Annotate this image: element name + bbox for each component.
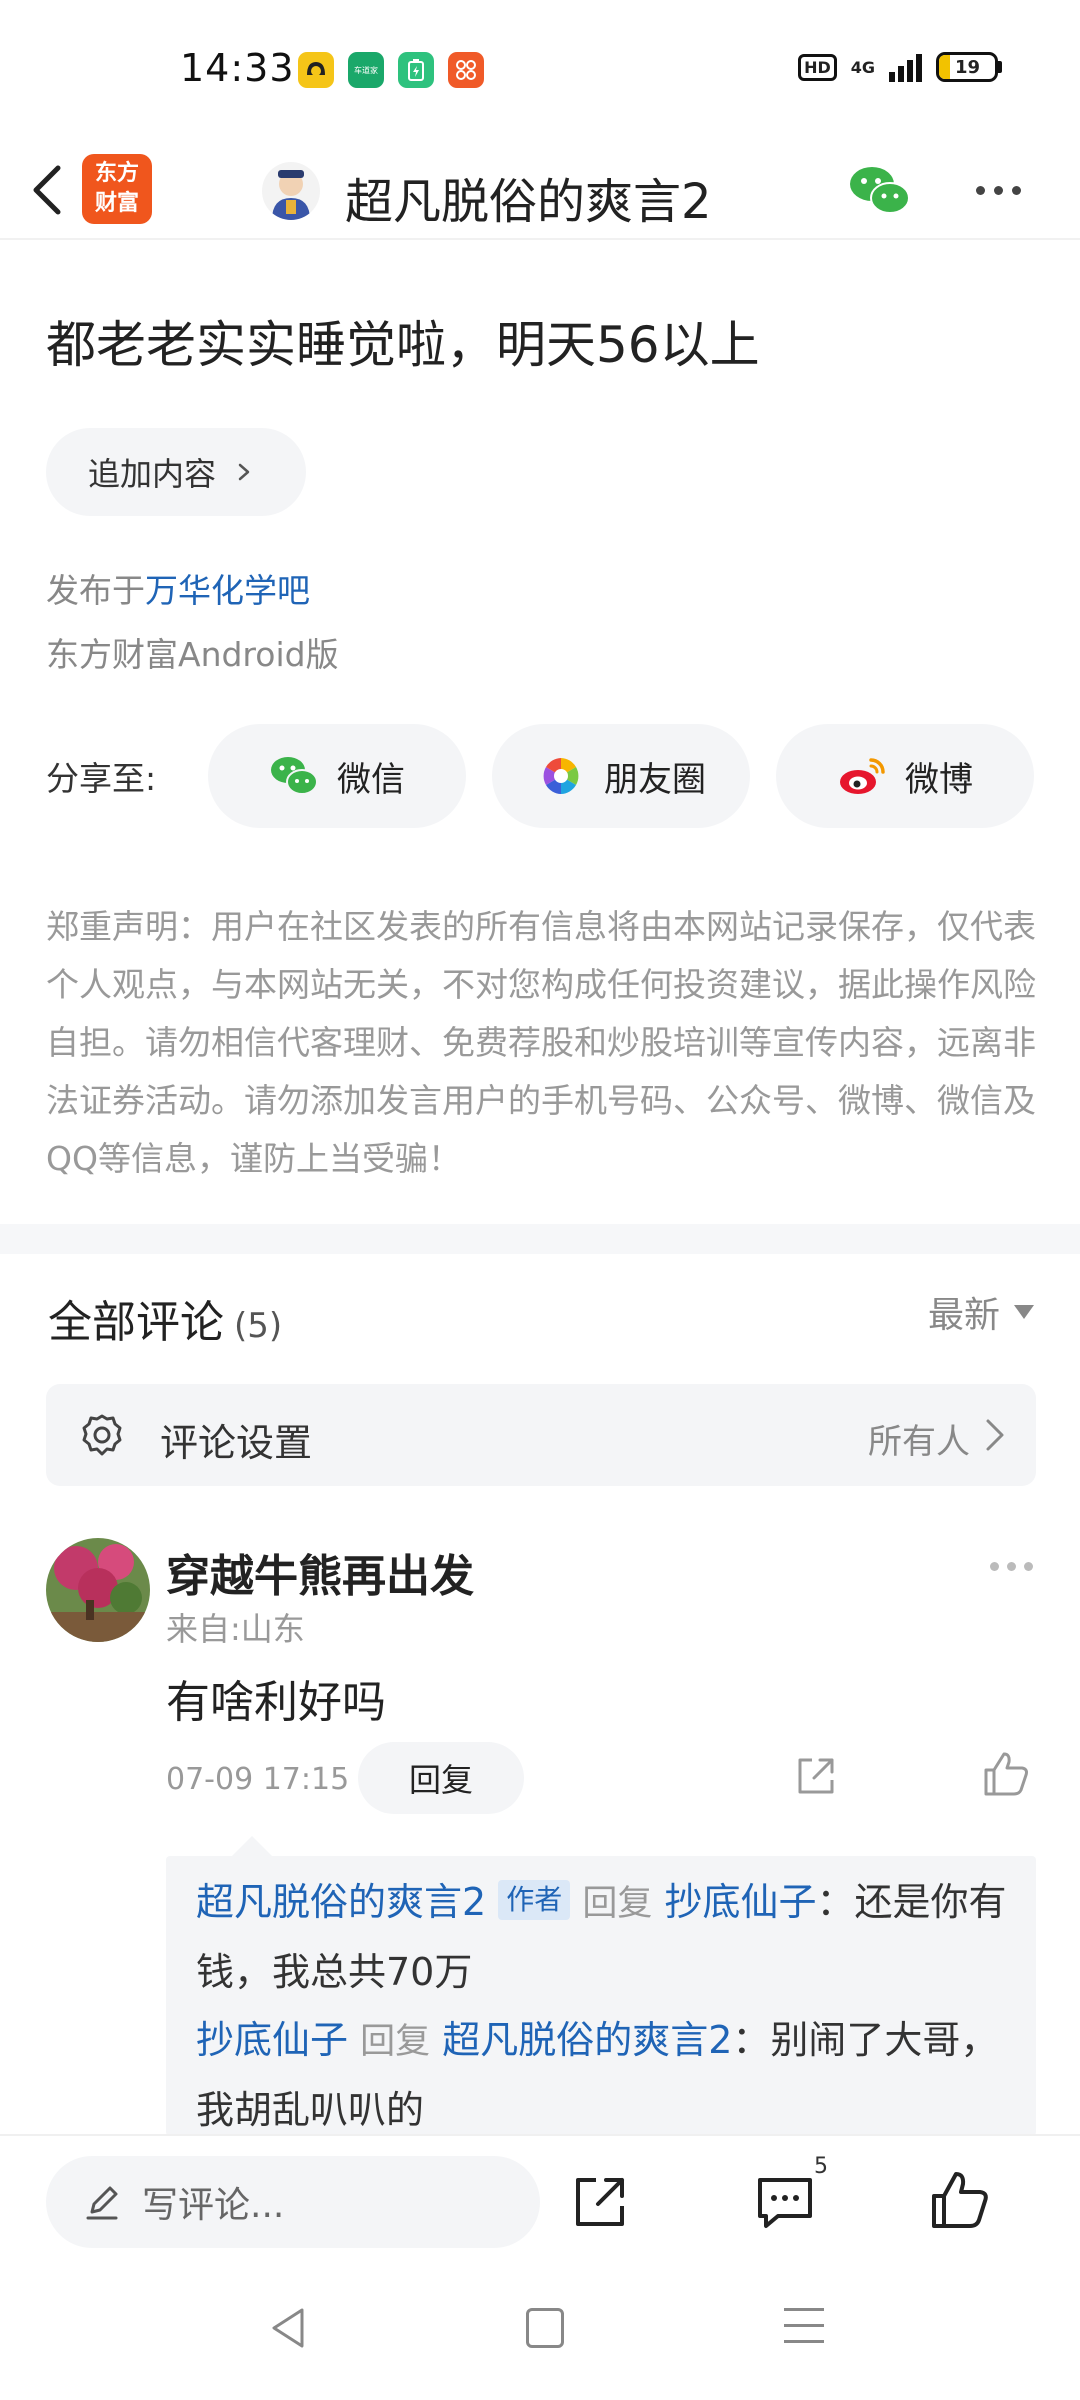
share-moments-button[interactable]: 朋友圈 bbox=[492, 724, 750, 828]
chedaojia-app-icon: 车道家 bbox=[348, 52, 384, 88]
robot-app-icon bbox=[298, 52, 334, 88]
signal-icon bbox=[889, 52, 922, 82]
commenter-location: 来自:山东 bbox=[166, 1610, 305, 1648]
more-options-icon[interactable] bbox=[976, 186, 1021, 195]
author-tag: 作者 bbox=[498, 1880, 571, 1920]
top-nav-bar: 东方 财富 超凡脱俗的爽言2 bbox=[0, 140, 1080, 240]
chedaojia-app-label: 车道家 bbox=[354, 65, 378, 75]
published-prefix: 发布于 bbox=[46, 571, 145, 610]
network-type: 4G bbox=[850, 57, 875, 77]
comments-title-text: 全部评论 bbox=[48, 1297, 224, 1348]
sort-dropdown[interactable]: 最新 bbox=[928, 1286, 1034, 1338]
share-weibo-button[interactable]: 微博 bbox=[776, 724, 1034, 828]
append-label: 追加内容 bbox=[88, 455, 217, 493]
replies-box: 超凡脱俗的爽言2 作者 回复 抄底仙子：还是你有钱，我总共70万 抄底仙子 回复… bbox=[166, 1856, 1036, 2136]
comment-like-icon[interactable] bbox=[980, 1748, 1032, 1800]
nav-menu-icon[interactable] bbox=[784, 2308, 824, 2356]
wechat-icon bbox=[271, 757, 318, 795]
commenter-name[interactable]: 穿越牛熊再出发 bbox=[166, 1540, 474, 1604]
reply-to-user[interactable]: 抄底仙子 bbox=[665, 1880, 817, 1924]
gear-icon bbox=[82, 1414, 122, 1456]
comment-more-icon[interactable] bbox=[990, 1562, 1033, 1571]
post-title: 都老老实实睡觉啦，明天56以上 bbox=[46, 316, 760, 374]
grid-app-icon bbox=[448, 52, 484, 88]
status-time: 14:33 bbox=[180, 46, 295, 90]
settings-label: 评论设置 bbox=[160, 1421, 313, 1465]
moments-icon bbox=[543, 758, 579, 794]
bottom-action-bar: 写评论... 5 bbox=[0, 2134, 1080, 2264]
chevron-right-icon bbox=[986, 1419, 1004, 1451]
section-divider bbox=[0, 1224, 1080, 1254]
battery-level: 19 bbox=[955, 56, 981, 78]
nav-back-icon[interactable] bbox=[268, 2306, 308, 2350]
hd-badge: HD bbox=[798, 53, 837, 81]
comments-count: (5) bbox=[234, 1306, 283, 1346]
wechat-share-icon[interactable] bbox=[848, 164, 912, 218]
reply-item[interactable]: 抄底仙子 回复 超凡脱俗的爽言2：别闹了大哥，我胡乱叭叭的 bbox=[196, 2006, 1016, 2136]
system-nav-bar bbox=[0, 2264, 1080, 2400]
like-icon[interactable] bbox=[928, 2168, 992, 2232]
share-weibo-label: 微博 bbox=[905, 759, 973, 800]
author-avatar[interactable] bbox=[262, 162, 320, 220]
page-title: 超凡脱俗的爽言2 bbox=[345, 174, 712, 230]
status-right: HD 4G 19 bbox=[798, 52, 1002, 82]
reply-to-user[interactable]: 超凡脱俗的爽言2 bbox=[442, 2018, 732, 2062]
commenter-avatar[interactable] bbox=[46, 1538, 150, 1642]
reply-verb: 回复 bbox=[582, 1884, 653, 1924]
sort-label: 最新 bbox=[927, 1295, 1000, 1336]
platform-text: 东方财富Android版 bbox=[46, 635, 339, 674]
weibo-icon bbox=[840, 758, 885, 794]
battery-icon: 19 bbox=[936, 52, 1002, 82]
disclaimer-text: 郑重声明：用户在社区发表的所有信息将由本网站记录保存，仅代表个人观点，与本网站无… bbox=[46, 907, 1036, 1178]
comments-title: 全部评论 (5) bbox=[48, 1286, 282, 1350]
write-comment-input[interactable]: 写评论... bbox=[46, 2156, 540, 2248]
comment-time: 07-09 17:15 bbox=[166, 1762, 350, 1797]
reply-button[interactable]: 回复 bbox=[358, 1742, 524, 1814]
caret-down-icon bbox=[1014, 1305, 1034, 1319]
reply-verb: 回复 bbox=[360, 2022, 431, 2062]
reply-from-user[interactable]: 抄底仙子 bbox=[196, 2018, 348, 2062]
append-content-button[interactable]: 追加内容 bbox=[46, 428, 306, 516]
comment-count-badge: 5 bbox=[814, 2154, 828, 2179]
logo-text-1: 东方 bbox=[94, 161, 139, 186]
comment-icon[interactable] bbox=[754, 2172, 816, 2234]
share-icon[interactable] bbox=[570, 2172, 630, 2232]
reply-item[interactable]: 超凡脱俗的爽言2 作者 回复 抄底仙子：还是你有钱，我总共70万 bbox=[196, 1868, 1016, 2006]
chevron-right-icon bbox=[238, 463, 250, 481]
write-comment-placeholder: 写评论... bbox=[142, 2185, 285, 2226]
share-label: 分享至: bbox=[46, 759, 157, 798]
status-bar: 14:33 车道家 HD 4G 19 bbox=[0, 0, 1080, 140]
settings-value: 所有人 bbox=[868, 1422, 970, 1462]
logo-text-2: 财富 bbox=[94, 191, 139, 216]
share-moments-label: 朋友圈 bbox=[604, 759, 706, 800]
forum-link[interactable]: 万华化学吧 bbox=[145, 571, 310, 610]
share-wechat-button[interactable]: 微信 bbox=[208, 724, 466, 828]
comment-share-icon[interactable] bbox=[792, 1752, 840, 1800]
replies-notch bbox=[232, 1836, 272, 1856]
nav-home-icon[interactable] bbox=[526, 2308, 564, 2348]
comment-text: 有啥利好吗 bbox=[166, 1677, 386, 1728]
share-wechat-label: 微信 bbox=[337, 759, 405, 800]
back-arrow-icon[interactable] bbox=[24, 162, 74, 218]
pencil-icon bbox=[86, 2186, 118, 2220]
reply-from-user[interactable]: 超凡脱俗的爽言2 bbox=[196, 1880, 486, 1924]
comment-settings-row[interactable]: 评论设置 所有人 bbox=[46, 1384, 1036, 1486]
status-app-icons: 车道家 bbox=[298, 52, 484, 88]
app-logo[interactable]: 东方 财富 bbox=[82, 154, 152, 224]
battery-saver-app-icon bbox=[398, 52, 434, 88]
published-in: 发布于万华化学吧 bbox=[46, 564, 310, 612]
